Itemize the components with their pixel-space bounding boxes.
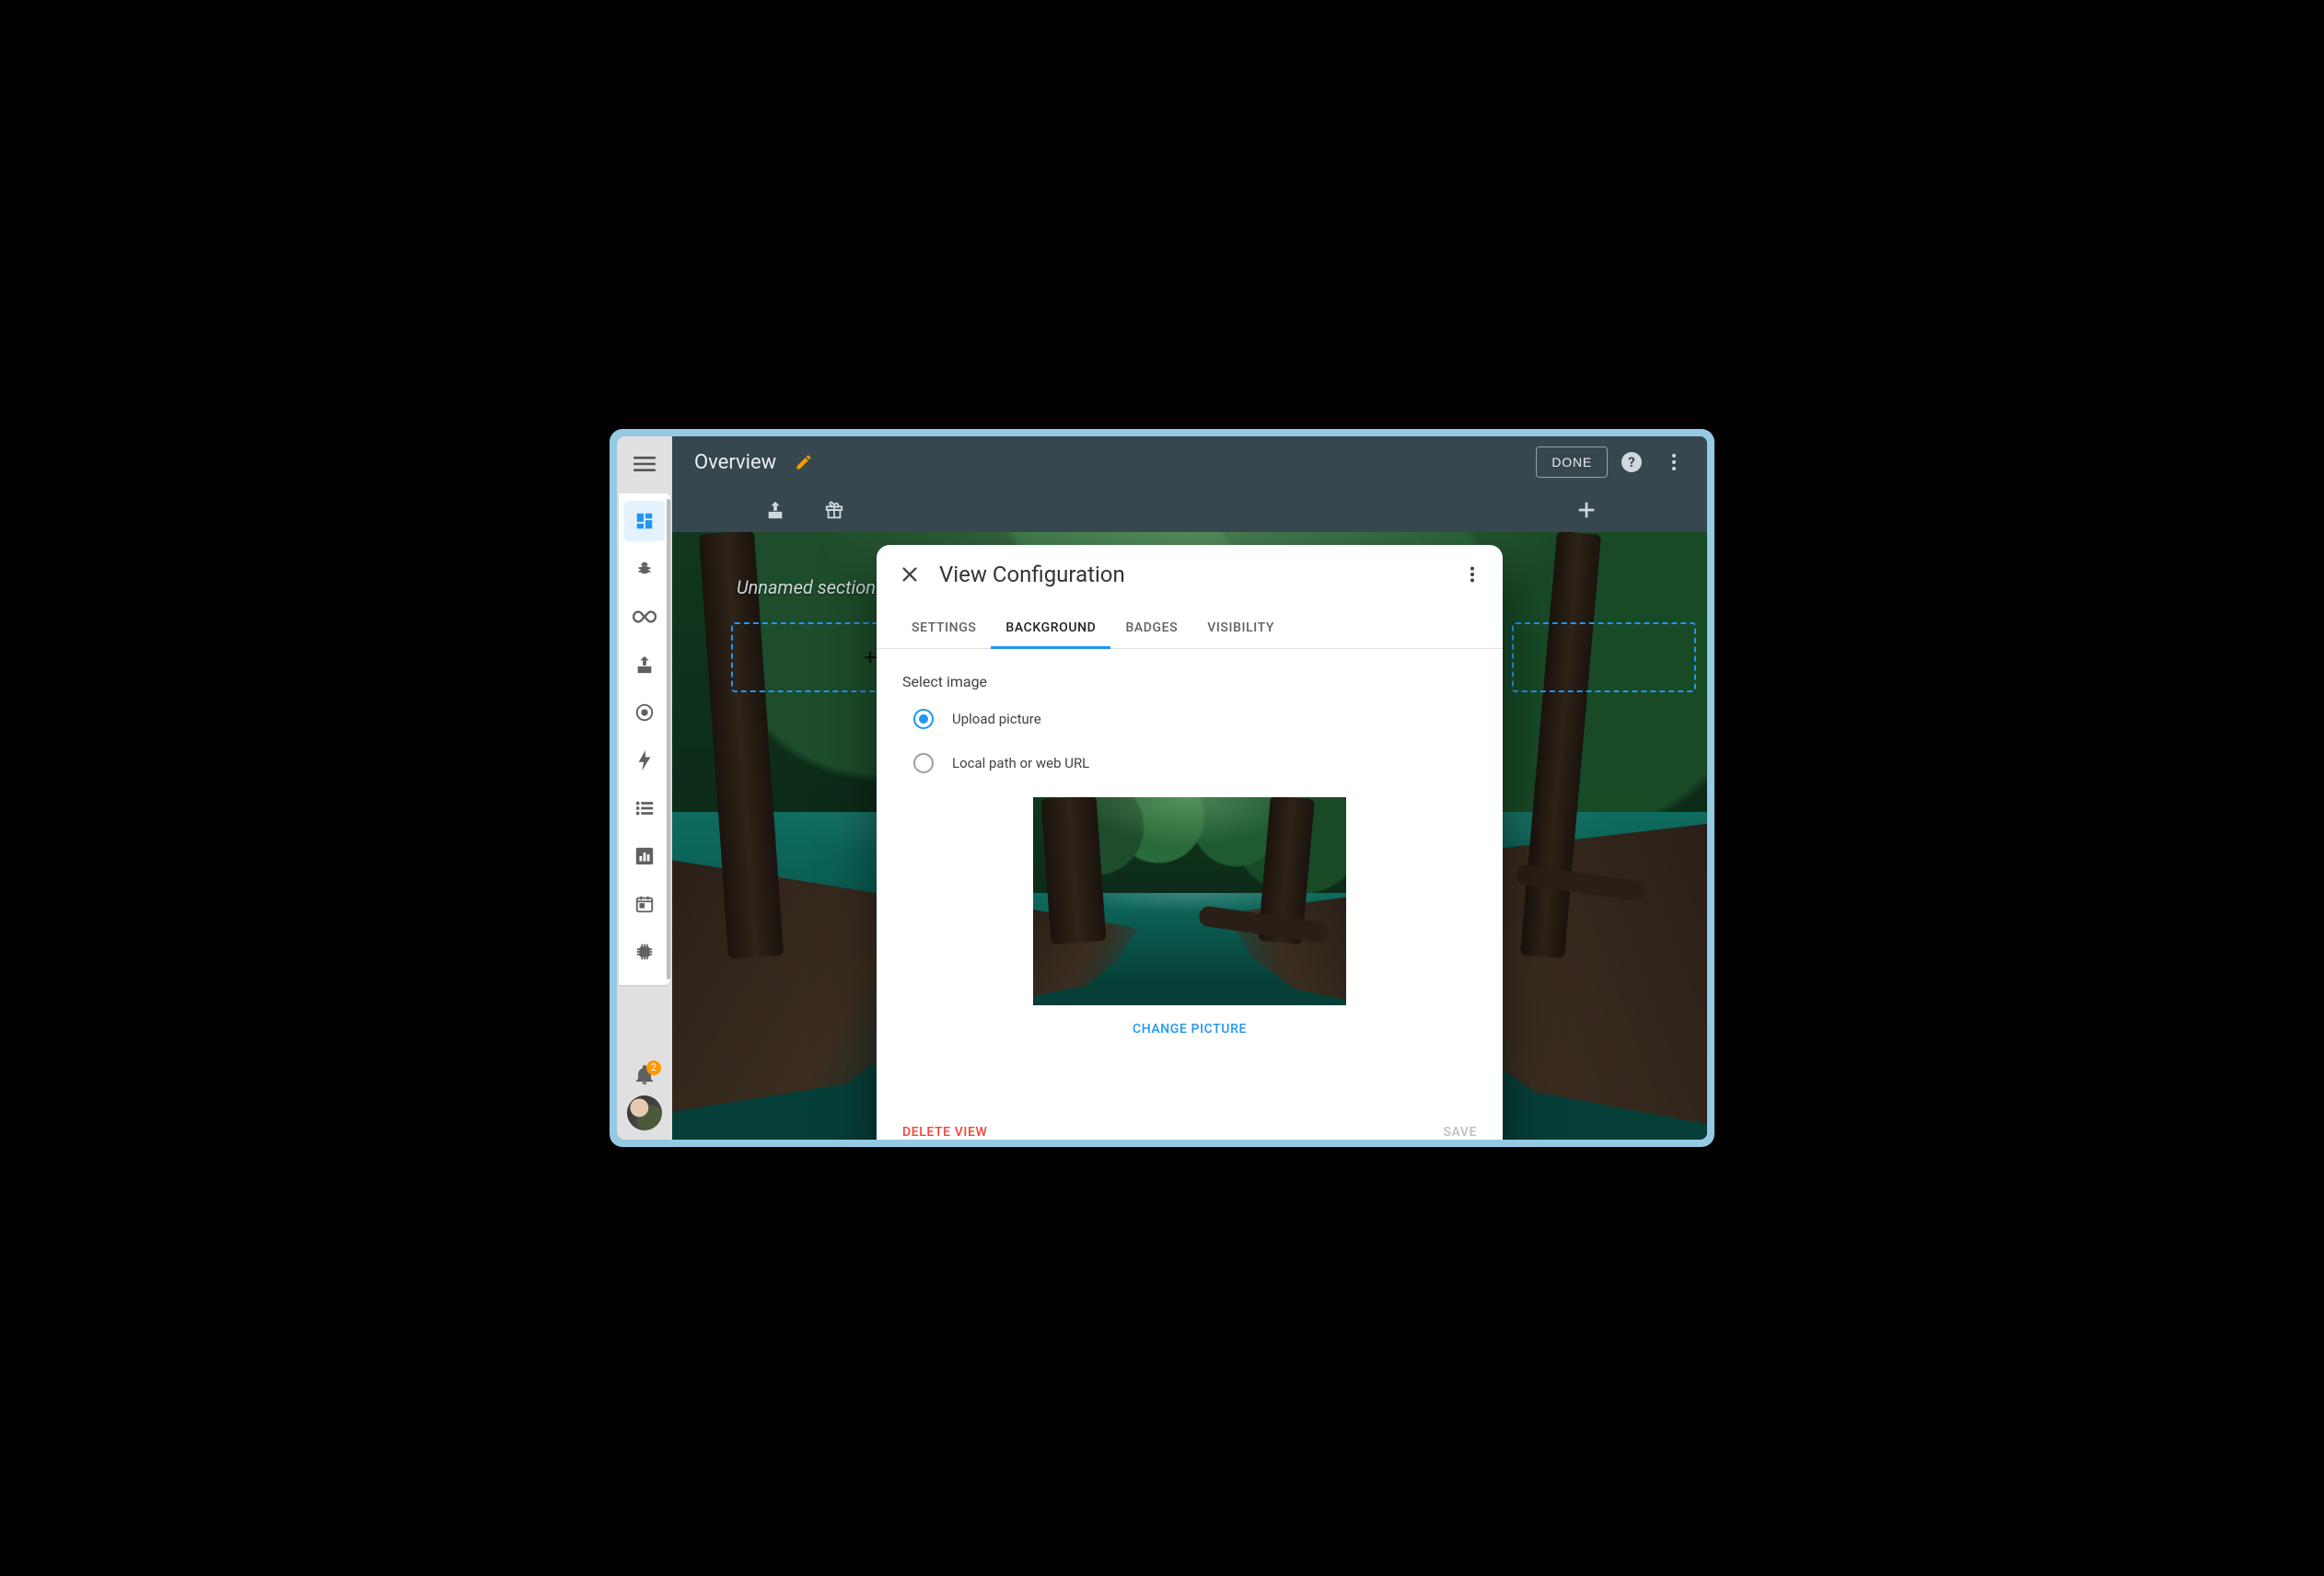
bug-icon bbox=[634, 559, 655, 579]
pencil-icon bbox=[795, 453, 813, 471]
sidebar-item-device[interactable] bbox=[624, 932, 665, 972]
overflow-button[interactable] bbox=[1656, 444, 1692, 481]
main-area: Overview DONE ? bbox=[672, 436, 1707, 1140]
select-image-label: Select image bbox=[902, 673, 1477, 690]
dialog-tabs: SETTINGS BACKGROUND BADGES VISIBILITY bbox=[877, 608, 1503, 649]
save-button[interactable]: SAVE bbox=[1443, 1125, 1477, 1140]
close-button[interactable] bbox=[897, 562, 923, 587]
help-button[interactable]: ? bbox=[1613, 444, 1650, 481]
share-up-icon bbox=[634, 655, 655, 675]
avatar[interactable] bbox=[627, 1095, 662, 1130]
radio-upload[interactable] bbox=[913, 709, 934, 729]
calendar-icon bbox=[634, 894, 655, 914]
help-icon: ? bbox=[1621, 451, 1643, 473]
change-picture-button[interactable]: CHANGE PICTURE bbox=[1133, 1022, 1247, 1037]
notifications-button[interactable]: 2 bbox=[633, 1064, 656, 1086]
dashboard-content: Unnamed section View Configuration bbox=[672, 532, 1707, 1140]
dashboard-icon bbox=[634, 511, 655, 531]
sidebar-item-integrations[interactable] bbox=[624, 597, 665, 637]
tab-visibility[interactable]: VISIBILITY bbox=[1192, 608, 1289, 648]
dialog-footer: DELETE VIEW SAVE bbox=[877, 1107, 1503, 1140]
view-config-dialog: View Configuration SETTINGS BACKGROUND B… bbox=[877, 545, 1503, 1140]
sidebar-item-stats[interactable] bbox=[624, 836, 665, 876]
infinity-icon bbox=[633, 607, 657, 627]
option-url-row[interactable]: Local path or web URL bbox=[913, 753, 1477, 773]
menu-button[interactable] bbox=[622, 442, 667, 486]
sidebar-item-energy[interactable] bbox=[624, 740, 665, 781]
page-title: Overview bbox=[694, 451, 776, 474]
dialog-body: Select image Upload picture Local path o… bbox=[877, 649, 1503, 1107]
gift-icon bbox=[824, 500, 844, 520]
sidebar-bottom: 2 bbox=[617, 1064, 672, 1140]
option-url-label: Local path or web URL bbox=[952, 755, 1089, 771]
edit-title-button[interactable] bbox=[795, 453, 813, 471]
hamburger-icon bbox=[633, 453, 656, 475]
section-title: Unnamed section bbox=[737, 576, 876, 598]
app-shell: 2 Overview DONE ? bbox=[617, 436, 1707, 1140]
view-tab-bar bbox=[672, 488, 1707, 532]
sidebar-item-automation[interactable] bbox=[624, 692, 665, 733]
image-preview bbox=[1033, 797, 1346, 1005]
sidebar-nav bbox=[619, 493, 670, 985]
drop-zone-right[interactable] bbox=[1512, 622, 1696, 692]
svg-text:?: ? bbox=[1628, 454, 1634, 470]
tab-settings[interactable]: SETTINGS bbox=[897, 608, 991, 648]
delete-view-button[interactable]: DELETE VIEW bbox=[902, 1125, 987, 1140]
notification-badge: 2 bbox=[646, 1060, 661, 1075]
tab-gift[interactable] bbox=[823, 499, 845, 521]
tab-background[interactable]: BACKGROUND bbox=[991, 608, 1110, 648]
gear-head-icon bbox=[634, 702, 655, 723]
sidebar-item-share[interactable] bbox=[624, 644, 665, 685]
dialog-title: View Configuration bbox=[939, 562, 1125, 587]
sidebar: 2 bbox=[617, 436, 672, 1140]
preview-wrap: CHANGE PICTURE bbox=[902, 797, 1477, 1037]
add-view-button[interactable] bbox=[1576, 500, 1597, 520]
share-up-icon bbox=[765, 500, 785, 520]
bolt-icon bbox=[636, 750, 653, 771]
tab-badges[interactable]: BADGES bbox=[1110, 608, 1192, 648]
more-vert-icon bbox=[1663, 451, 1685, 473]
tab-share[interactable] bbox=[764, 499, 786, 521]
sidebar-item-dashboard[interactable] bbox=[624, 501, 665, 541]
drop-zone-left[interactable] bbox=[731, 622, 888, 692]
sidebar-item-debug[interactable] bbox=[624, 549, 665, 589]
list-icon bbox=[634, 798, 655, 818]
sidebar-item-calendar[interactable] bbox=[624, 884, 665, 924]
app-frame: 2 Overview DONE ? bbox=[610, 429, 1714, 1147]
done-button[interactable]: DONE bbox=[1536, 446, 1608, 478]
plus-icon bbox=[1576, 500, 1597, 520]
more-vert-icon bbox=[1462, 564, 1482, 585]
close-icon bbox=[900, 564, 920, 585]
sidebar-item-list[interactable] bbox=[624, 788, 665, 829]
option-upload-row[interactable]: Upload picture bbox=[913, 709, 1477, 729]
radio-url[interactable] bbox=[913, 753, 934, 773]
dialog-header: View Configuration bbox=[877, 545, 1503, 595]
dialog-overflow-button[interactable] bbox=[1462, 564, 1482, 585]
chip-icon bbox=[634, 942, 655, 962]
bar-chart-icon bbox=[634, 846, 655, 866]
top-bar: Overview DONE ? bbox=[672, 436, 1707, 488]
option-upload-label: Upload picture bbox=[952, 711, 1041, 727]
